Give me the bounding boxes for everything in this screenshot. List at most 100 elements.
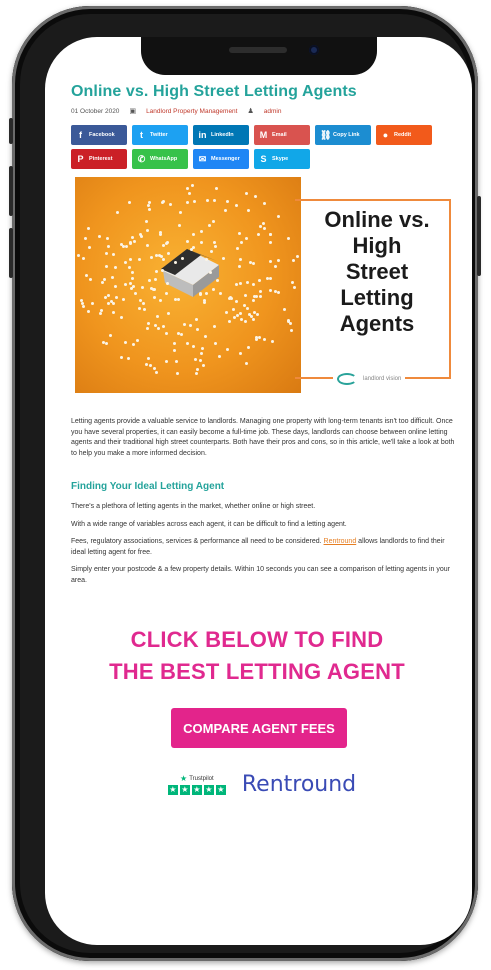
- share-messenger-button[interactable]: ✉ Messenger: [193, 149, 249, 169]
- rentround-link[interactable]: Rentround: [324, 538, 357, 545]
- trustpilot-badge[interactable]: ★ Trustpilot ★ ★ ★ ★ ★: [167, 774, 226, 795]
- person-pin: [212, 199, 216, 203]
- person-pin: [98, 311, 102, 315]
- share-label: Messenger: [211, 156, 240, 162]
- share-label: Reddit: [394, 132, 412, 138]
- person-pin: [244, 237, 248, 241]
- person-pin: [247, 346, 251, 350]
- share-copy-link-button[interactable]: ⛓ Copy Link: [315, 125, 371, 145]
- person-pin: [87, 226, 91, 230]
- category-icon: ▣: [129, 108, 137, 115]
- copy-link-icon: ⛓: [320, 129, 332, 140]
- post-category-link[interactable]: Landlord Property Management: [146, 108, 237, 115]
- person-pin: [180, 256, 184, 260]
- person-pin: [82, 304, 86, 308]
- twitter-icon: t: [140, 130, 143, 140]
- person-pin: [130, 277, 134, 281]
- person-pin: [141, 302, 145, 306]
- person-pin: [138, 307, 142, 311]
- person-pin: [224, 311, 228, 315]
- person-pin: [276, 259, 280, 263]
- trustpilot-stars: ★ ★ ★ ★ ★: [167, 785, 226, 795]
- pinterest-icon: P: [77, 154, 84, 164]
- volume-up-button: [9, 166, 13, 216]
- person-pin: [231, 308, 235, 312]
- person-pin: [134, 292, 138, 296]
- person-pin: [218, 354, 222, 358]
- rentround-logo[interactable]: Rentround: [242, 772, 356, 797]
- person-pin: [259, 294, 263, 298]
- share-skype-button[interactable]: S Skype: [254, 149, 310, 169]
- share-reddit-button[interactable]: ● Reddit: [376, 125, 432, 145]
- hero-line-2: High: [352, 233, 402, 258]
- person-pin: [273, 264, 277, 268]
- share-twitter-button[interactable]: t Twitter: [132, 125, 188, 145]
- person-pin: [214, 186, 218, 190]
- person-pin: [176, 332, 180, 336]
- person-pin: [201, 364, 205, 368]
- share-label: Skype: [272, 156, 289, 162]
- person-pin: [89, 278, 93, 282]
- person-pin: [238, 265, 242, 269]
- author-icon: ♟: [247, 108, 254, 115]
- person-pin: [107, 244, 111, 248]
- paragraph-3-text: Fees, regulatory associations, services …: [71, 538, 324, 545]
- person-pin: [228, 295, 232, 299]
- post-author-link[interactable]: admin: [264, 108, 282, 115]
- person-pin: [185, 186, 189, 190]
- share-email-button[interactable]: M Email: [254, 125, 310, 145]
- person-pin: [200, 347, 204, 351]
- share-pinterest-button[interactable]: P Pinterest: [71, 149, 127, 169]
- person-pin: [146, 203, 150, 207]
- landlord-vision-icon: [337, 373, 357, 385]
- person-pin: [240, 241, 244, 245]
- person-pin: [143, 307, 147, 311]
- person-pin: [105, 341, 109, 345]
- person-pin: [144, 363, 148, 367]
- share-whatsapp-button[interactable]: ✆ WhatsApp: [132, 149, 188, 169]
- person-pin: [97, 235, 101, 239]
- person-pin: [145, 243, 149, 247]
- trust-badges: ★ Trustpilot ★ ★ ★ ★ ★ Rentround: [53, 772, 471, 797]
- person-pin: [243, 293, 247, 297]
- person-pin: [257, 232, 261, 236]
- person-pin: [246, 306, 250, 310]
- person-pin: [188, 191, 192, 195]
- person-pin: [257, 279, 261, 283]
- person-pin: [159, 298, 163, 302]
- front-camera: [309, 45, 319, 55]
- post-meta: 01 October 2020 ▣ Landlord Property Mana…: [71, 107, 471, 116]
- person-pin: [268, 241, 272, 245]
- compare-agent-fees-button[interactable]: COMPARE AGENT FEES: [171, 708, 347, 748]
- landlord-vision-text: landlord vision: [363, 376, 402, 382]
- paragraph-3: Fees, regulatory associations, services …: [71, 537, 461, 558]
- person-pin: [235, 314, 239, 318]
- paragraph-4: Simply enter your postcode & a few prope…: [71, 566, 450, 584]
- person-pin: [239, 257, 243, 261]
- share-buttons: f Facebook t Twitter in LinkedIn M Email ⛓ Copy L…: [71, 125, 471, 169]
- share-linkedin-button[interactable]: in LinkedIn: [193, 125, 249, 145]
- person-pin: [120, 315, 124, 319]
- person-pin: [84, 274, 88, 278]
- person-pin: [124, 244, 128, 248]
- person-pin: [105, 252, 109, 256]
- share-label: Facebook: [89, 132, 115, 138]
- share-facebook-button[interactable]: f Facebook: [71, 125, 127, 145]
- person-pin: [172, 341, 176, 345]
- cta-heading: CLICK BELOW TO FIND THE BEST LETTING AGE…: [77, 624, 437, 688]
- person-pin: [252, 318, 256, 322]
- person-pin: [194, 317, 198, 321]
- volume-down-button: [9, 228, 13, 278]
- person-pin: [127, 265, 131, 269]
- person-pin: [290, 281, 294, 285]
- person-pin: [130, 236, 134, 240]
- person-pin: [165, 332, 169, 336]
- person-pin: [138, 299, 142, 303]
- post-date: 01 October 2020: [71, 107, 120, 115]
- person-pin: [138, 258, 142, 262]
- skype-icon: S: [260, 154, 267, 164]
- star-icon: ★: [191, 785, 202, 795]
- linkedin-icon: in: [198, 130, 207, 140]
- notch: [141, 37, 377, 75]
- person-pin: [239, 352, 243, 356]
